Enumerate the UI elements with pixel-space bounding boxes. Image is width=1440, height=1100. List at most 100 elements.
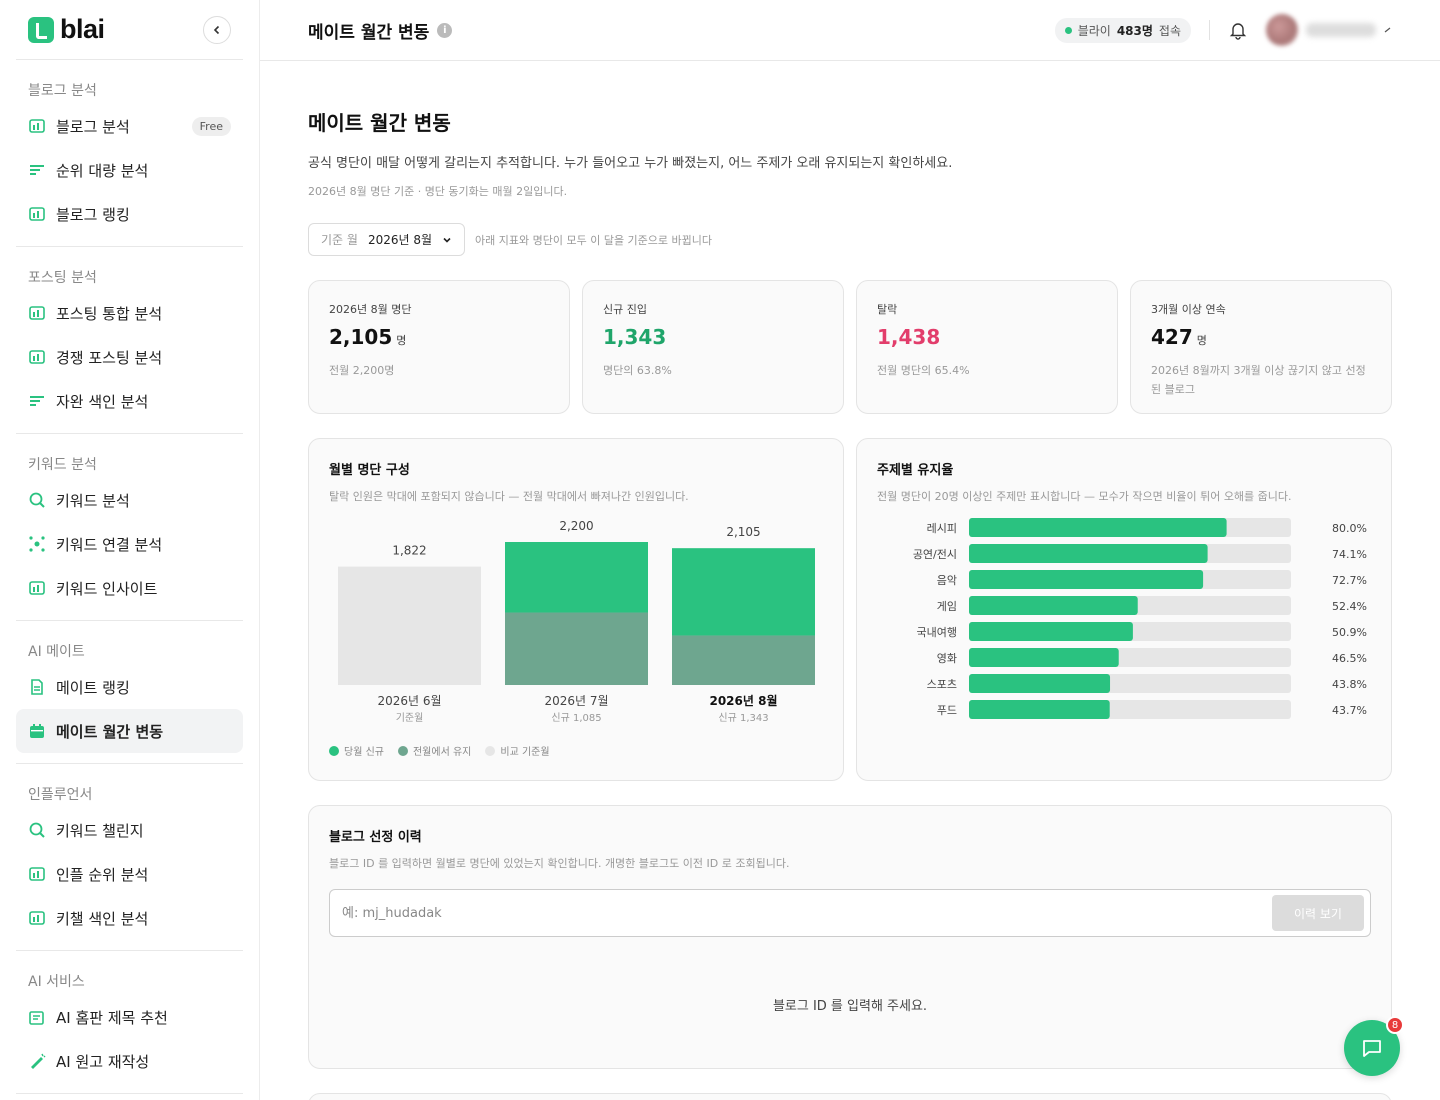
kpi-note: 전월 2,200명: [329, 364, 395, 377]
bar-category-label: 2026년 6월: [377, 694, 441, 708]
sidebar-section-title: AI 메이트: [28, 644, 85, 660]
month-select-label: 기준 월: [321, 233, 358, 247]
month-select-value: 2026년 8월: [367, 233, 433, 247]
blog-id-input[interactable]: [342, 905, 1160, 921]
bar-total-label: 1,822: [392, 544, 426, 558]
sidebar-item[interactable]: 포스팅 통합 분석: [16, 291, 243, 335]
retention-bar: [969, 544, 1208, 563]
monthly-composition-panel: 월별 명단 구성 탈락 인원은 막대에 포함되지 않습니다 — 전월 막대에서 …: [308, 438, 844, 781]
sidebar-collapse-button[interactable]: [203, 15, 231, 44]
next-panel: [308, 1093, 1392, 1100]
history-search-row: 이력 보기: [329, 889, 1371, 937]
kpi-note: 명단의 63.8%: [603, 364, 672, 377]
monthly-chart-legend: 당월 신규 전월에서 유지 비교 기준월: [329, 743, 550, 758]
pen-icon: [28, 1052, 46, 1070]
chat-button[interactable]: 8: [1344, 1016, 1404, 1076]
sidebar-item-label: 메이트 랭킹: [56, 678, 130, 697]
sidebar-item-label: 인플 순위 분석: [56, 865, 149, 884]
info-icon[interactable]: i: [437, 22, 453, 38]
legend-item: 전월에서 유지: [397, 743, 472, 758]
sidebar-section: AI 서비스 AI 홈판 제목 추천 AI 원고 재작성: [16, 951, 243, 1094]
topic-label: 국내여행: [917, 626, 957, 639]
kpi-value: 427 명: [1151, 325, 1371, 349]
bar-category-note: 신규 1,343: [718, 712, 768, 724]
online-suffix: 접속: [1158, 23, 1181, 38]
sidebar-item[interactable]: 블로그 분석 Free: [16, 104, 243, 148]
kpi-number: 2,105: [329, 325, 393, 349]
sidebar-item[interactable]: 인플 순위 분석: [16, 852, 243, 896]
brand-logo[interactable]: blai: [28, 14, 105, 45]
topic-label: 게임: [937, 600, 957, 613]
sidebar-item-label: 키워드 연결 분석: [56, 535, 163, 554]
sidebar-item[interactable]: 경쟁 포스팅 분석: [16, 335, 243, 379]
sidebar-section-title: 포스팅 분석: [28, 270, 97, 286]
sidebar-section-title: 인플루언서: [28, 787, 93, 803]
search-plus-icon: [28, 821, 46, 839]
sidebar-item-label: AI 원고 재작성: [56, 1052, 150, 1071]
topbar-title: 메이트 월간 변동 i: [308, 18, 453, 43]
sidebar-item-label: 순위 대량 분석: [56, 161, 149, 180]
sidebar-item-label: AI 홈판 제목 추천: [56, 1008, 168, 1027]
retention-value: 43.7%: [1332, 704, 1367, 717]
sidebar-item[interactable]: 메이트 월간 변동: [16, 709, 243, 753]
kpi-unit: 명: [1196, 334, 1207, 347]
history-empty-message: 블로그 ID 를 입력해 주세요.: [772, 999, 928, 1014]
title-icon: [28, 1008, 46, 1026]
kpi-card: 2026년 8월 명단 2,105 명 전월 2,200명: [308, 280, 570, 414]
sidebar-item[interactable]: AI 원고 재작성: [16, 1039, 243, 1083]
user-menu[interactable]: [1266, 14, 1392, 46]
retention-value: 80.0%: [1332, 522, 1367, 535]
sidebar-item[interactable]: AI 홈판 제목 추천: [16, 995, 243, 1039]
kpi-number: 1,438: [877, 325, 941, 349]
sidebar-item[interactable]: 키챌 색인 분석: [16, 896, 243, 940]
history-title: 블로그 선정 이력: [329, 830, 422, 845]
selection-history-panel: 블로그 선정 이력 블로그 ID 를 입력하면 월별로 명단에 있었는지 확인합…: [308, 805, 1392, 1069]
month-select[interactable]: 기준 월 2026년 8월: [308, 223, 466, 256]
divider: [1209, 20, 1210, 40]
kpi-label: 2026년 8월 명단: [329, 303, 412, 316]
chat-unread-badge: 8: [1386, 1016, 1404, 1034]
sidebar-item[interactable]: 키워드 챌린지: [16, 808, 243, 852]
legend-label: 비교 기준월: [500, 747, 550, 758]
topic-retention-panel: 주제별 유지율 전월 명단이 20명 이상인 주제만 표시합니다 — 모수가 작…: [856, 438, 1392, 781]
sidebar-item-label: 키워드 분석: [56, 491, 130, 510]
sidebar-item[interactable]: 키워드 인사이트: [16, 566, 243, 610]
calendar-icon: [28, 722, 46, 740]
page-content: 메이트 월간 변동 공식 명단이 매달 어떻게 갈리는지 추적합니다. 누가 들…: [260, 61, 1440, 1100]
sidebar-item[interactable]: 자완 색인 분석: [16, 379, 243, 423]
kpi-unit: 명: [396, 334, 407, 347]
online-prefix: 블라이: [1077, 23, 1111, 38]
bar-category-note: 기준월: [396, 712, 424, 724]
kpi-value: 1,438: [877, 325, 1097, 349]
magnifier-icon: [28, 491, 46, 509]
posting-integrated-icon: [28, 304, 46, 322]
topic-label: 영화: [937, 652, 957, 665]
topic-retention-chart[interactable]: 레시피 80.0% 공연/전시 74.1% 음악 72.7% 게임 52.4% 국내여행 50.9…: [857, 439, 1391, 781]
bell-icon[interactable]: [1228, 20, 1248, 40]
retention-bar: [969, 674, 1111, 693]
sidebar-item-label: 키워드 챌린지: [56, 821, 144, 840]
history-subtitle: 블로그 ID 를 입력하면 월별로 명단에 있었는지 확인합니다. 개명한 블로…: [329, 857, 790, 870]
kpi-label: 탈락: [877, 303, 898, 316]
sidebar: blai 블로그 분석 블로그 분석 Free 순위 대량 분석 블로그 랭킹 포스팅 분…: [0, 0, 260, 1100]
sidebar-item[interactable]: 메이트 랭킹: [16, 665, 243, 709]
bar-segment-retained: [505, 612, 648, 685]
retention-value: 74.1%: [1332, 548, 1367, 561]
sidebar-section-title: AI 서비스: [28, 974, 85, 990]
list-icon: [28, 392, 46, 410]
topic-label: 음악: [937, 574, 957, 587]
view-history-button[interactable]: 이력 보기: [1272, 895, 1364, 931]
chat-bubble-icon: [1363, 1040, 1381, 1057]
legend-swatch: [485, 745, 496, 756]
legend-label: 전월에서 유지: [412, 747, 472, 758]
sidebar-item[interactable]: 키워드 분석: [16, 478, 243, 522]
bar-total-label: 2,200: [559, 519, 593, 533]
sidebar-item[interactable]: 키워드 연결 분석: [16, 522, 243, 566]
sidebar-section: 키워드 분석 키워드 분석 키워드 연결 분석 키워드 인사이트: [16, 434, 243, 621]
sidebar-item[interactable]: 순위 대량 분석: [16, 148, 243, 192]
sidebar-item[interactable]: 블로그 랭킹: [16, 192, 243, 236]
legend-swatch: [329, 745, 339, 756]
username-blurred: [1306, 23, 1376, 37]
retention-bar: [969, 700, 1110, 719]
online-dot-icon: [1064, 26, 1072, 34]
